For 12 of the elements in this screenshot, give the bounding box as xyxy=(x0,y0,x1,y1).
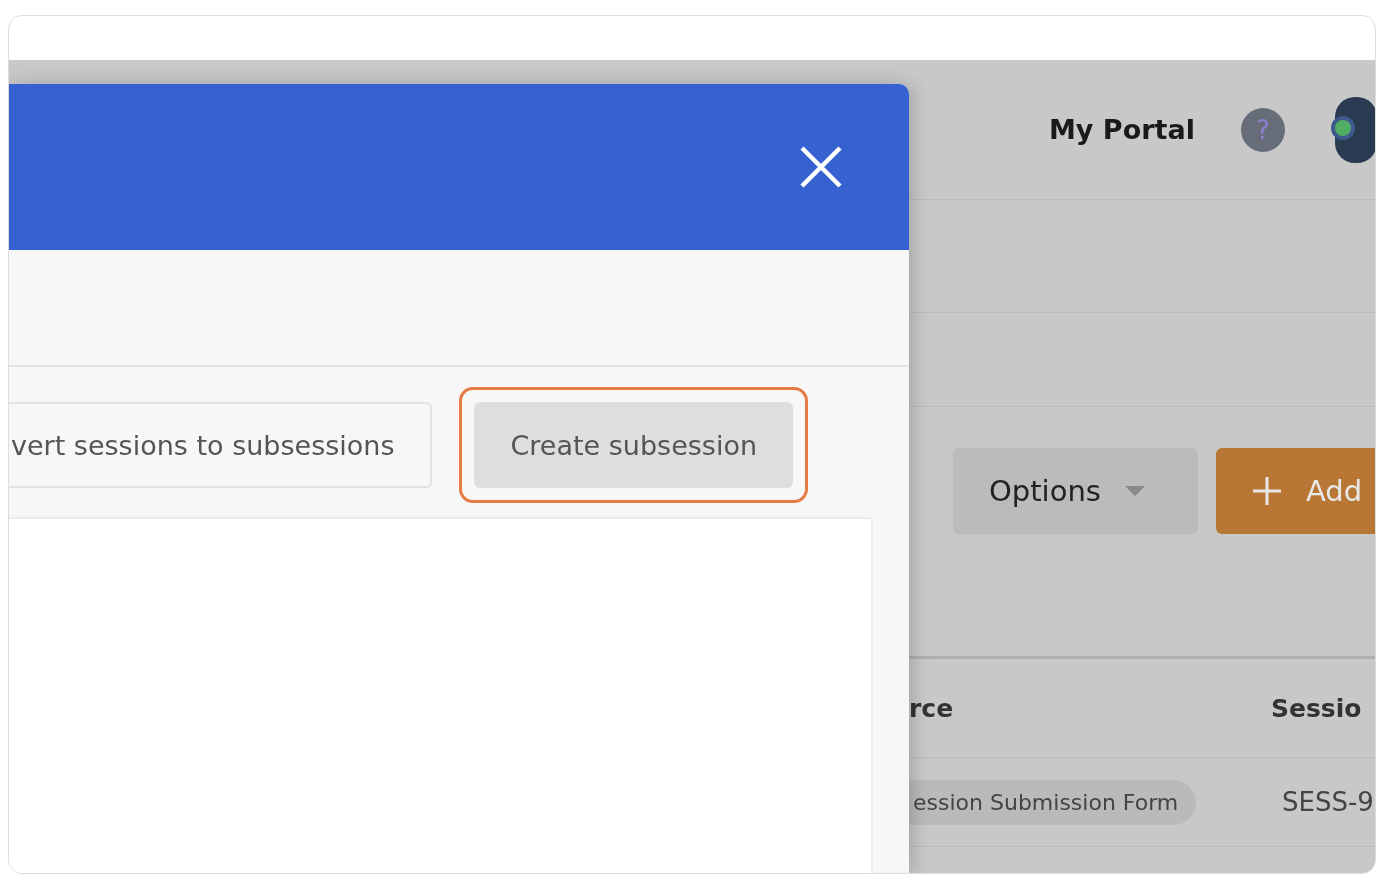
add-button[interactable]: Add xyxy=(1216,448,1375,534)
column-header: Sessio xyxy=(1271,693,1363,723)
create-subsession-button[interactable]: Create subsession xyxy=(474,402,794,488)
portal-title: My Portal xyxy=(1049,114,1196,145)
column-header: rce xyxy=(909,693,955,723)
options-button[interactable]: Options xyxy=(953,448,1198,534)
avatar-icon[interactable] xyxy=(1329,96,1375,163)
convert-button[interactable]: vert sessions to subsessions xyxy=(9,402,433,488)
plus-icon xyxy=(1252,476,1282,506)
caret-icon xyxy=(1124,486,1145,496)
table-cell: SESS-9 xyxy=(1282,787,1375,817)
close-icon[interactable] xyxy=(799,145,843,189)
